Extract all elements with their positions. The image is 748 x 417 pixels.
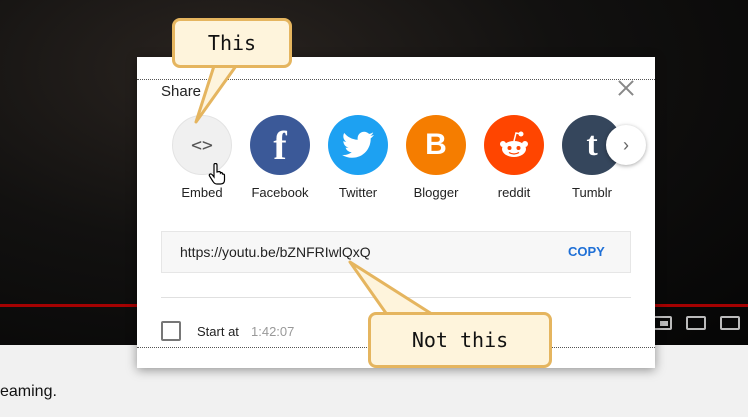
divider <box>161 297 631 298</box>
share-target-label: reddit <box>497 185 531 200</box>
twitter-bird-icon <box>342 131 374 158</box>
share-target-label: Blogger <box>413 185 459 200</box>
twitter-icon <box>328 115 388 175</box>
start-at-time: 1:42:07 <box>251 324 295 339</box>
chevron-right-icon[interactable]: › <box>606 125 646 165</box>
share-target-label: Tumblr <box>572 185 612 200</box>
share-target-label: Embed <box>181 185 223 200</box>
annotation-this: This <box>172 18 292 68</box>
share-target-facebook[interactable]: f Facebook <box>241 115 319 200</box>
share-url-box[interactable]: https://youtu.be/bZNFRIwlQxQ COPY <box>161 231 631 273</box>
share-target-blogger[interactable]: B Blogger <box>397 115 475 200</box>
dotted-guide-top <box>137 79 655 80</box>
share-target-label: Twitter <box>338 185 378 200</box>
copy-button[interactable]: COPY <box>568 244 605 259</box>
fullscreen-icon[interactable] <box>720 316 740 330</box>
start-at-checkbox[interactable] <box>161 321 181 341</box>
description-text: eaming. <box>0 383 57 400</box>
share-url-text[interactable]: https://youtu.be/bZNFRIwlQxQ <box>180 244 371 260</box>
miniplayer-icon[interactable] <box>652 316 672 330</box>
blogger-icon: B <box>406 115 466 175</box>
facebook-icon: f <box>250 115 310 175</box>
player-controls <box>652 316 748 330</box>
share-target-label: Facebook <box>251 185 309 200</box>
share-targets: <> Embed f Facebook Twitter B Blogger re… <box>163 115 631 200</box>
reddit-alien-icon <box>500 131 528 157</box>
share-target-reddit[interactable]: reddit <box>475 115 553 200</box>
start-at-label: Start at <box>197 324 239 339</box>
share-target-twitter[interactable]: Twitter <box>319 115 397 200</box>
share-dialog-title: Share <box>161 83 202 100</box>
hand-cursor-icon <box>208 163 226 185</box>
close-icon[interactable] <box>615 77 637 99</box>
reddit-icon <box>484 115 544 175</box>
annotation-not-this: Not this <box>368 312 552 368</box>
share-target-embed[interactable]: <> Embed <box>163 115 241 200</box>
theater-mode-icon[interactable] <box>686 316 706 330</box>
